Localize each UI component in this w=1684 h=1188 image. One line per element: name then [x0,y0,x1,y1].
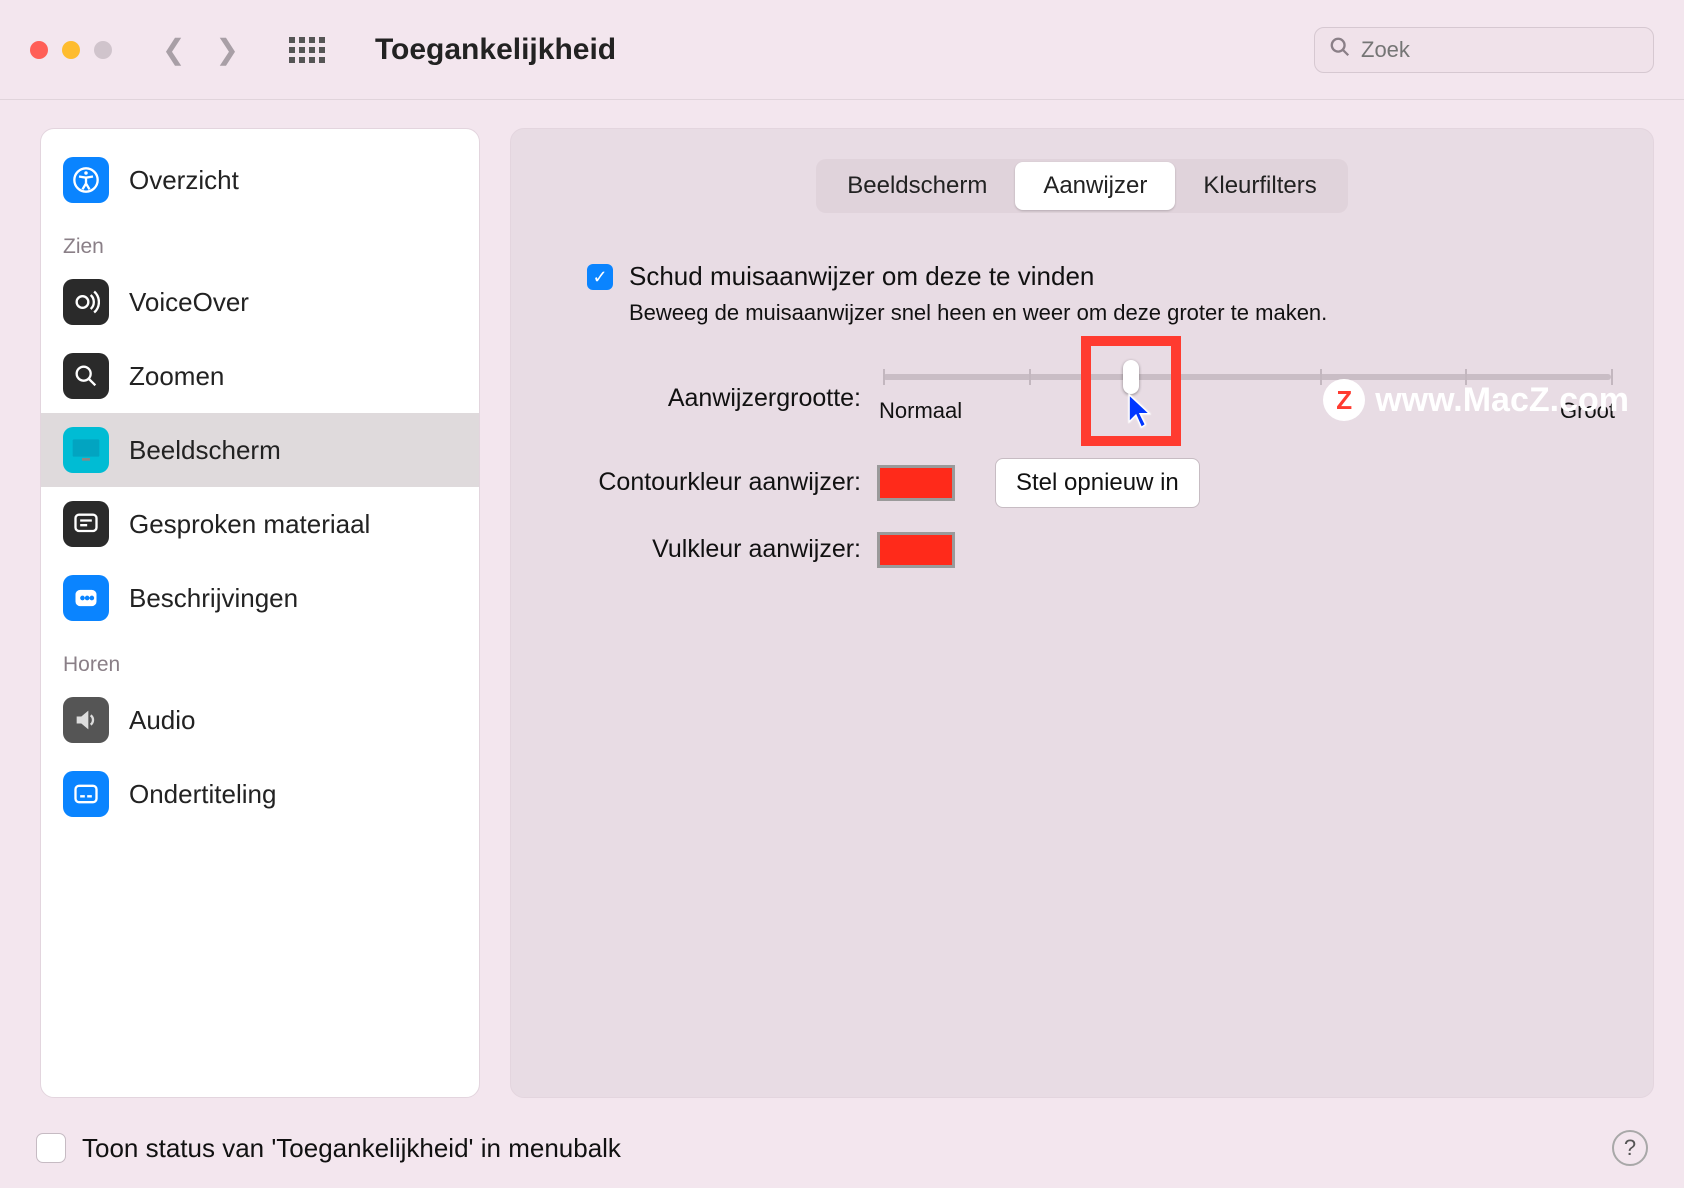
audio-icon [63,697,109,743]
show-status-in-menubar-checkbox[interactable] [36,1133,66,1163]
shake-to-locate-label: Schud muisaanwijzer om deze te vinden [629,261,1327,292]
descriptions-icon [63,575,109,621]
outline-color-label: Contourkleur aanwijzer: [547,468,877,497]
sidebar: Overzicht Zien VoiceOver Zoomen Beeld [40,128,480,1098]
sidebar-item-voiceover[interactable]: VoiceOver [41,265,479,339]
fill-color-well[interactable] [877,532,955,568]
close-window-button[interactable] [30,41,48,59]
zoom-window-button[interactable] [94,41,112,59]
footer: Toon status van 'Toegankelijkheid' in me… [0,1108,1684,1188]
shake-to-locate-checkbox[interactable]: ✓ [587,264,613,290]
shake-to-locate-description: Beweeg de muisaanwijzer snel heen en wee… [629,298,1327,328]
sidebar-item-label: Beeldscherm [129,435,281,466]
help-button[interactable]: ? [1612,1130,1648,1166]
sidebar-item-label: Audio [129,705,196,736]
spoken-content-icon [63,501,109,547]
sidebar-item-label: VoiceOver [129,287,249,318]
sidebar-section-horen: Horen [41,635,479,683]
reset-button[interactable]: Stel opnieuw in [995,458,1200,508]
watermark-badge-icon: Z [1323,379,1365,421]
sidebar-item-overzicht[interactable]: Overzicht [41,143,479,217]
forward-button[interactable]: ❯ [215,33,238,66]
back-button[interactable]: ❮ [162,33,185,66]
tab-aanwijzer[interactable]: Aanwijzer [1015,162,1175,210]
sidebar-item-beschrijvingen[interactable]: Beschrijvingen [41,561,479,635]
search-field[interactable] [1314,27,1654,73]
sidebar-item-ondertiteling[interactable]: Ondertiteling [41,757,479,831]
sidebar-item-label: Gesproken materiaal [129,509,370,540]
cursor-arrow-icon [1125,392,1155,430]
toolbar: ❮ ❯ Toegankelijkheid [0,0,1684,100]
voiceover-icon [63,279,109,325]
content-panel: Beeldscherm Aanwijzer Kleurfilters ✓ Sch… [510,128,1654,1098]
tab-kleurfilters[interactable]: Kleurfilters [1175,162,1344,210]
slider-thumb[interactable] [1123,360,1139,394]
search-icon [1329,36,1351,64]
sidebar-item-beeldscherm[interactable]: Beeldscherm [41,413,479,487]
search-input[interactable] [1361,37,1639,63]
outline-color-well[interactable] [877,465,955,501]
tab-beeldscherm[interactable]: Beeldscherm [819,162,1015,210]
sidebar-item-gesproken[interactable]: Gesproken materiaal [41,487,479,561]
pointer-size-label: Aanwijzergrootte: [547,384,877,413]
sidebar-section-zien: Zien [41,217,479,265]
show-status-in-menubar-label: Toon status van 'Toegankelijkheid' in me… [82,1133,621,1164]
sidebar-item-label: Overzicht [129,165,239,196]
watermark: Z www.MacZ.com [1323,379,1629,421]
sidebar-item-audio[interactable]: Audio [41,683,479,757]
slider-min-label: Normaal [879,398,962,424]
display-icon [63,427,109,473]
accessibility-icon [63,157,109,203]
zoom-icon [63,353,109,399]
sidebar-item-zoomen[interactable]: Zoomen [41,339,479,413]
sidebar-item-label: Zoomen [129,361,224,392]
fill-color-label: Vulkleur aanwijzer: [547,535,877,564]
window-title: Toegankelijkheid [375,33,1294,67]
watermark-text: www.MacZ.com [1375,381,1629,420]
minimize-window-button[interactable] [62,41,80,59]
nav-arrows: ❮ ❯ [162,33,239,66]
traffic-lights [30,41,112,59]
captions-icon [63,771,109,817]
sidebar-item-label: Beschrijvingen [129,583,298,614]
all-prefs-grid-button[interactable] [289,37,325,63]
sidebar-item-label: Ondertiteling [129,779,276,810]
tab-control: Beeldscherm Aanwijzer Kleurfilters [816,159,1347,213]
